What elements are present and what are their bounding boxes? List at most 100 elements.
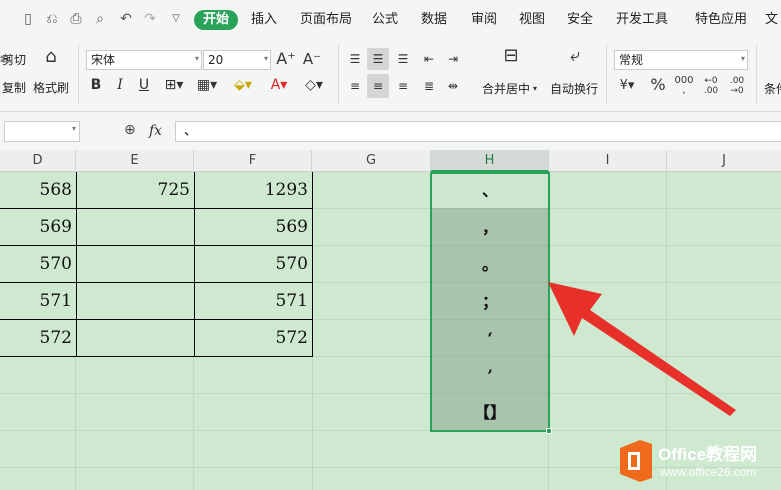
selection-border bbox=[430, 172, 550, 432]
increase-font-icon[interactable]: A⁺ bbox=[276, 50, 296, 68]
thousands-icon[interactable]: 000, bbox=[672, 76, 696, 96]
align-left-icon[interactable]: ≡ bbox=[346, 77, 364, 95]
ribbon-divider bbox=[78, 44, 79, 104]
tab-home[interactable]: 开始 bbox=[194, 10, 239, 30]
column-header-g[interactable]: G bbox=[312, 150, 431, 172]
tab-security[interactable]: 安全 bbox=[567, 10, 593, 30]
justify-icon[interactable]: ≣ bbox=[420, 77, 438, 95]
chevron-down-icon: ▾ bbox=[71, 124, 76, 133]
column-header-i[interactable]: I bbox=[549, 150, 667, 172]
tab-developer[interactable]: 开发工具 bbox=[616, 10, 668, 30]
tab-insert[interactable]: 插入 bbox=[251, 10, 277, 30]
tab-more[interactable]: 文 bbox=[765, 10, 778, 30]
fill-color-icon[interactable]: ⬙▾ bbox=[230, 76, 256, 94]
cell-d[interactable]: 569 bbox=[0, 209, 76, 246]
align-middle-icon[interactable]: ☰ bbox=[369, 50, 387, 68]
border-icon[interactable]: ⊞▾ bbox=[162, 76, 186, 94]
cell-d[interactable]: 572 bbox=[0, 320, 76, 357]
increase-decimal-icon[interactable]: ←0.00 bbox=[700, 76, 722, 96]
cell-f[interactable]: 571 bbox=[194, 283, 312, 320]
tab-view[interactable]: 视图 bbox=[519, 10, 545, 30]
format-painter-icon[interactable]: ⌂ bbox=[40, 48, 62, 66]
align-right-icon[interactable]: ≡ bbox=[394, 77, 412, 95]
cell-f[interactable]: 1293 bbox=[194, 172, 312, 209]
distribute-icon[interactable]: ⇹ bbox=[444, 77, 462, 95]
align-center-icon[interactable]: ≡ bbox=[369, 77, 387, 95]
bold-icon[interactable]: B bbox=[88, 76, 104, 94]
cell-e[interactable] bbox=[76, 209, 194, 246]
align-bottom-icon[interactable]: ☰ bbox=[394, 50, 412, 68]
column-header-e[interactable]: E bbox=[76, 150, 194, 172]
italic-icon[interactable]: I bbox=[112, 76, 128, 94]
format-painter-button[interactable]: 格式刷 bbox=[33, 79, 69, 96]
font-color-icon[interactable]: A▾ bbox=[266, 76, 292, 94]
clear-format-icon[interactable]: ◇▾ bbox=[300, 76, 328, 94]
menu-bar: ▯ ⎌ ⎙ ⌕ ↶ ↷ ▽ 开始 插入 页面布局 公式 数据 审阅 视图 安全 … bbox=[0, 0, 781, 38]
ribbon-divider bbox=[756, 44, 757, 104]
decrease-font-icon[interactable]: A⁻ bbox=[302, 50, 322, 68]
chevron-down-icon: ▾ bbox=[532, 84, 537, 93]
column-header: D E F G H I J bbox=[0, 150, 781, 172]
wrap-text-button[interactable]: 自动换行 bbox=[550, 80, 598, 97]
underline-icon[interactable]: U bbox=[136, 76, 152, 94]
gridline bbox=[193, 357, 194, 490]
watermark-logo: Office教程网 www.office26.com bbox=[616, 438, 776, 486]
ribbon: ✂ 剪切 复制 ⌂ 格式刷 宋体 ▾ 20 ▾ A⁺ A⁻ B I U ⊞▾ ▦… bbox=[0, 38, 781, 112]
cell-e[interactable] bbox=[76, 246, 194, 283]
cut-button[interactable]: 剪切 bbox=[0, 51, 26, 68]
table-border bbox=[312, 172, 313, 357]
cell-e[interactable] bbox=[76, 283, 194, 320]
save-icon[interactable]: ▯ bbox=[20, 11, 36, 27]
column-header-f[interactable]: F bbox=[194, 150, 312, 172]
wrap-text-icon[interactable]: ⤶ bbox=[563, 47, 587, 65]
print-icon[interactable]: ⎙ bbox=[68, 11, 84, 27]
chevron-down-icon: ▾ bbox=[740, 54, 745, 63]
undo-icon[interactable]: ↶ bbox=[118, 11, 134, 27]
merge-center-icon[interactable]: ⊟ bbox=[499, 47, 523, 65]
formula-input[interactable]: 、 bbox=[175, 121, 781, 142]
cell-d[interactable]: 570 bbox=[0, 246, 76, 283]
tab-review[interactable]: 审阅 bbox=[471, 10, 497, 30]
cell-f[interactable]: 572 bbox=[194, 320, 312, 357]
indent-increase-icon[interactable]: ⇥ bbox=[444, 50, 462, 68]
print-preview-icon[interactable]: ⌕ bbox=[92, 11, 108, 27]
ribbon-divider bbox=[338, 44, 339, 104]
cell-d[interactable]: 568 bbox=[0, 172, 76, 209]
tab-data[interactable]: 数据 bbox=[421, 10, 447, 30]
conditional-format-button[interactable]: 条件 bbox=[764, 80, 781, 97]
tab-page-layout[interactable]: 页面布局 bbox=[300, 10, 352, 30]
undo-history-icon[interactable]: ⎌ bbox=[44, 11, 60, 27]
arrow-shape bbox=[548, 282, 736, 416]
cell-f[interactable]: 569 bbox=[194, 209, 312, 246]
align-top-icon[interactable]: ☰ bbox=[346, 50, 364, 68]
cell-d[interactable]: 571 bbox=[0, 283, 76, 320]
fx-button[interactable]: fx bbox=[149, 123, 162, 139]
cell-e[interactable] bbox=[76, 320, 194, 357]
fill-pattern-icon[interactable]: ▦▾ bbox=[194, 76, 220, 94]
decrease-decimal-icon[interactable]: .00 →0 bbox=[726, 76, 748, 96]
gridline bbox=[0, 430, 781, 431]
column-header-h[interactable]: H bbox=[431, 150, 549, 172]
chevron-down-icon: ▾ bbox=[263, 54, 268, 63]
merge-center-button[interactable]: 合并居中 bbox=[482, 80, 530, 97]
copy-button[interactable]: 复制 bbox=[0, 79, 26, 96]
customize-dropdown-icon[interactable]: ▽ bbox=[168, 11, 184, 27]
annotation-arrow bbox=[548, 282, 736, 416]
formula-bar: ▾ ⊕ fx 、 bbox=[0, 112, 781, 150]
cell-f[interactable]: 570 bbox=[194, 246, 312, 283]
fill-handle[interactable] bbox=[546, 428, 552, 434]
tab-formulas[interactable]: 公式 bbox=[372, 10, 398, 30]
percent-icon[interactable]: % bbox=[648, 76, 668, 94]
indent-decrease-icon[interactable]: ⇤ bbox=[420, 50, 438, 68]
number-format-select[interactable]: 常规 bbox=[614, 50, 748, 70]
cell-e[interactable]: 725 bbox=[76, 172, 194, 209]
font-name-select[interactable]: 宋体 bbox=[86, 50, 202, 70]
zoom-search-icon[interactable]: ⊕ bbox=[124, 122, 136, 138]
column-header-j[interactable]: J bbox=[667, 150, 781, 172]
watermark-brand: Office教程网 bbox=[658, 445, 758, 464]
redo-icon[interactable]: ↷ bbox=[142, 11, 158, 27]
column-header-d[interactable]: D bbox=[0, 150, 76, 172]
tab-special[interactable]: 特色应用 bbox=[695, 10, 747, 30]
name-box[interactable]: ▾ bbox=[4, 121, 80, 142]
currency-icon[interactable]: ¥▾ bbox=[614, 77, 640, 95]
